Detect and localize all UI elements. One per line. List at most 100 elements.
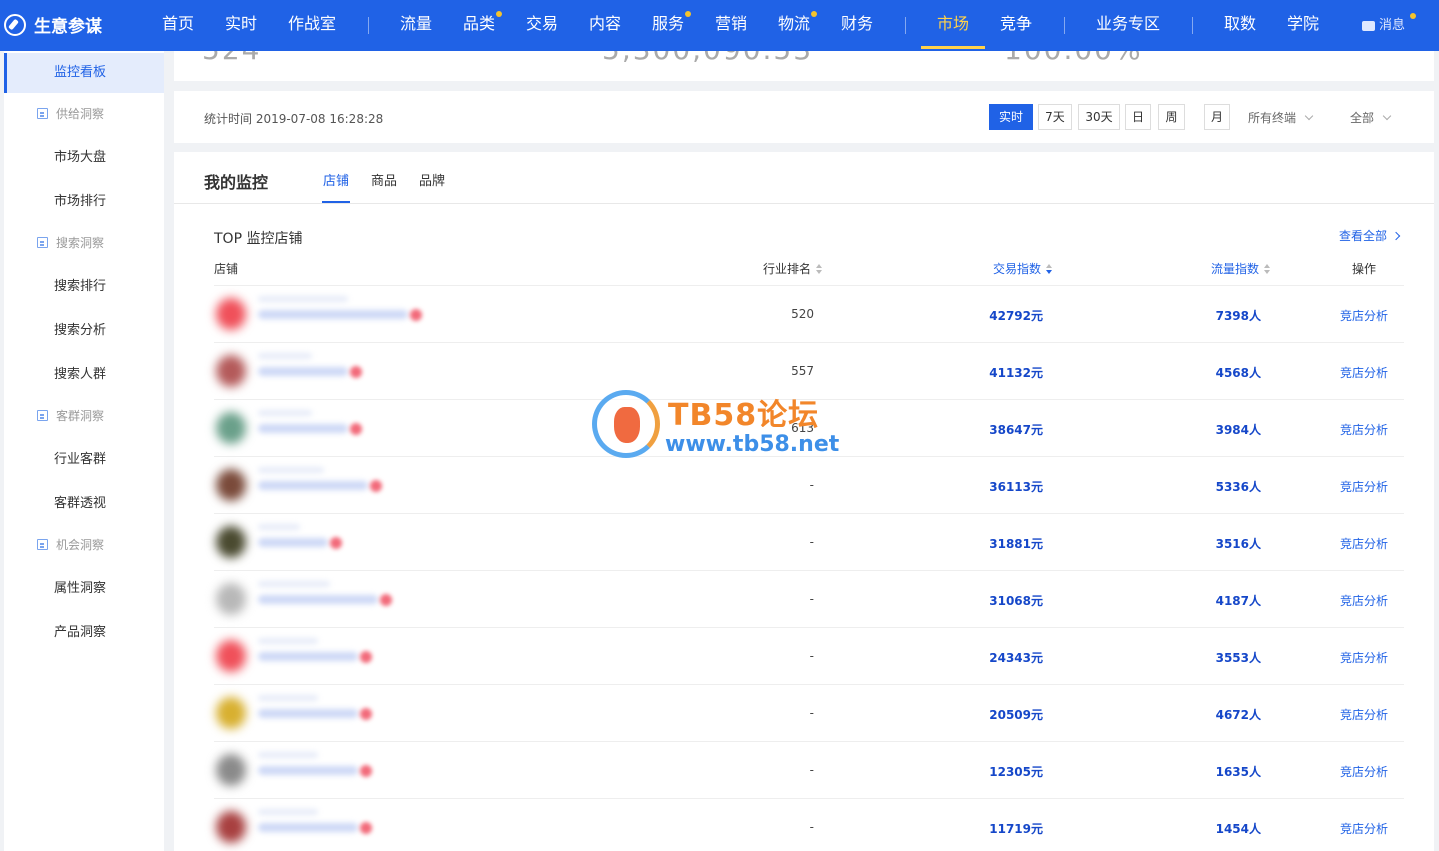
competitor-analysis-link[interactable]: 竞店分析 (1340, 592, 1388, 609)
sort-icon (1264, 264, 1271, 274)
flow-index-cell: 7398人 (1215, 309, 1261, 323)
sidebar-item[interactable]: 属性洞察 (4, 569, 164, 609)
nav-item[interactable]: 流量 (400, 0, 432, 51)
trade-index-cell: 38647元 (989, 423, 1043, 437)
nav-item-label: 市场 (937, 14, 970, 33)
nav-item[interactable]: 首页 (162, 0, 194, 51)
shop-name-blurred (258, 581, 330, 587)
sidebar-item[interactable]: 搜索排行 (4, 267, 164, 307)
shop-cell[interactable] (214, 343, 454, 400)
column-header-flow[interactable]: 流量指数 (1211, 260, 1271, 277)
competitor-analysis-link[interactable]: 竞店分析 (1340, 763, 1388, 780)
nav-item[interactable]: 学院 (1287, 0, 1319, 51)
nav-item[interactable]: 竞争 (1000, 0, 1032, 51)
document-icon (37, 539, 48, 550)
nav-item[interactable]: 作战室 (288, 0, 336, 51)
competitor-analysis-link[interactable]: 竞店分析 (1340, 535, 1388, 552)
nav-item-label: 竞争 (1000, 14, 1033, 33)
brand[interactable]: 生意参谋 (4, 12, 102, 37)
period-button[interactable]: 周 (1158, 104, 1185, 130)
competitor-analysis-link[interactable]: 竞店分析 (1340, 649, 1388, 666)
column-header-trade[interactable]: 交易指数 (993, 260, 1053, 277)
competitor-analysis-link[interactable]: 竞店分析 (1340, 478, 1388, 495)
nav-divider (1064, 17, 1065, 34)
shop-cell[interactable] (214, 742, 454, 799)
period-button[interactable]: 日 (1125, 104, 1151, 130)
shop-cell[interactable] (214, 685, 454, 742)
sidebar-item[interactable]: 产品洞察 (4, 613, 164, 653)
shop-cell[interactable] (214, 799, 454, 851)
shop-cell[interactable] (214, 628, 454, 685)
sidebar-item[interactable]: 行业客群 (4, 440, 164, 480)
period-button[interactable]: 7天 (1038, 104, 1072, 130)
shop-badge-icon (350, 423, 362, 435)
shop-name-blurred (258, 638, 318, 644)
nav-item[interactable]: 交易 (526, 0, 558, 51)
notification-dot (811, 11, 818, 17)
tab-brand[interactable]: 品牌 (419, 170, 445, 189)
shop-cell[interactable] (214, 457, 454, 514)
shop-avatar (216, 412, 246, 444)
watermark-url: www.tb58.net (665, 432, 840, 457)
shop-avatar (216, 583, 246, 615)
document-icon (37, 410, 48, 421)
watermark-title: TB58论坛 (668, 398, 820, 433)
rank-cell: - (809, 649, 814, 663)
shop-cell[interactable] (214, 571, 454, 628)
competitor-analysis-link[interactable]: 竞店分析 (1340, 364, 1388, 381)
shop-name-blurred (258, 410, 312, 416)
terminal-select[interactable]: 所有终端 (1248, 109, 1314, 126)
rank-cell: 520 (791, 307, 814, 321)
nav-item[interactable]: 业务专区 (1096, 0, 1160, 51)
nav-item[interactable]: 物流 (778, 0, 818, 51)
nav-item[interactable]: 品类 (463, 0, 503, 51)
shop-avatar (216, 526, 246, 558)
flow-index-cell: 1454人 (1215, 822, 1261, 836)
nav-item[interactable]: 财务 (841, 0, 873, 51)
scope-select[interactable]: 全部 (1350, 109, 1392, 126)
nav-item[interactable]: 实时 (225, 0, 257, 51)
trade-index-cell: 31068元 (989, 594, 1043, 608)
competitor-analysis-link[interactable]: 竞店分析 (1340, 820, 1388, 837)
shop-avatar (216, 469, 246, 501)
message-button[interactable]: 消息 (1362, 0, 1405, 51)
period-button[interactable]: 实时 (989, 104, 1033, 130)
competitor-analysis-link[interactable]: 竞店分析 (1340, 307, 1388, 324)
shop-badge-icon (360, 708, 372, 720)
sidebar-item-label: 市场排行 (54, 194, 107, 209)
section-title: TOP 监控店铺 (214, 231, 303, 247)
column-header-rank[interactable]: 行业排名 (763, 260, 823, 277)
sort-icon (816, 264, 823, 274)
shop-cell[interactable] (214, 286, 454, 343)
flow-index-cell: 4568人 (1215, 366, 1261, 380)
tab-product[interactable]: 商品 (371, 170, 397, 189)
rank-cell: - (809, 535, 814, 549)
sidebar-item[interactable]: 搜索人群 (4, 355, 164, 395)
competitor-analysis-link[interactable]: 竞店分析 (1340, 421, 1388, 438)
competitor-analysis-link[interactable]: 竞店分析 (1340, 706, 1388, 723)
sidebar-item[interactable]: 客群透视 (4, 484, 164, 524)
nav-item[interactable]: 服务 (652, 0, 692, 51)
sidebar-item-label: 客群洞察 (56, 409, 105, 423)
table-row: - 31881元 3516人 竞店分析 (214, 513, 1404, 570)
nav-item[interactable]: 取数 (1224, 0, 1256, 51)
sidebar-item[interactable]: 搜索分析 (4, 311, 164, 351)
sidebar-item-label: 供给洞察 (56, 107, 105, 121)
sidebar-item[interactable]: 市场大盘 (4, 138, 164, 178)
sidebar-item[interactable]: 市场排行 (4, 182, 164, 222)
period-button[interactable]: 30天 (1078, 104, 1120, 130)
nav-item[interactable]: 内容 (589, 0, 621, 51)
scope-select-label: 全部 (1350, 111, 1375, 125)
view-all-link[interactable]: 查看全部 (1339, 227, 1401, 244)
nav-item[interactable]: 市场 (920, 0, 986, 51)
sidebar-item[interactable]: 监控看板 (4, 53, 164, 93)
nav-item[interactable]: 营销 (715, 0, 747, 51)
sidebar-item-label: 机会洞察 (56, 538, 105, 552)
period-button[interactable]: 月 (1204, 104, 1230, 130)
tab-shop[interactable]: 店铺 (321, 170, 351, 203)
shop-cell[interactable] (214, 400, 454, 457)
flow-index-cell: 3984人 (1215, 423, 1261, 437)
shop-cell[interactable] (214, 514, 454, 571)
trade-index-cell: 12305元 (989, 765, 1043, 779)
nav-item-label: 服务 (652, 14, 685, 33)
